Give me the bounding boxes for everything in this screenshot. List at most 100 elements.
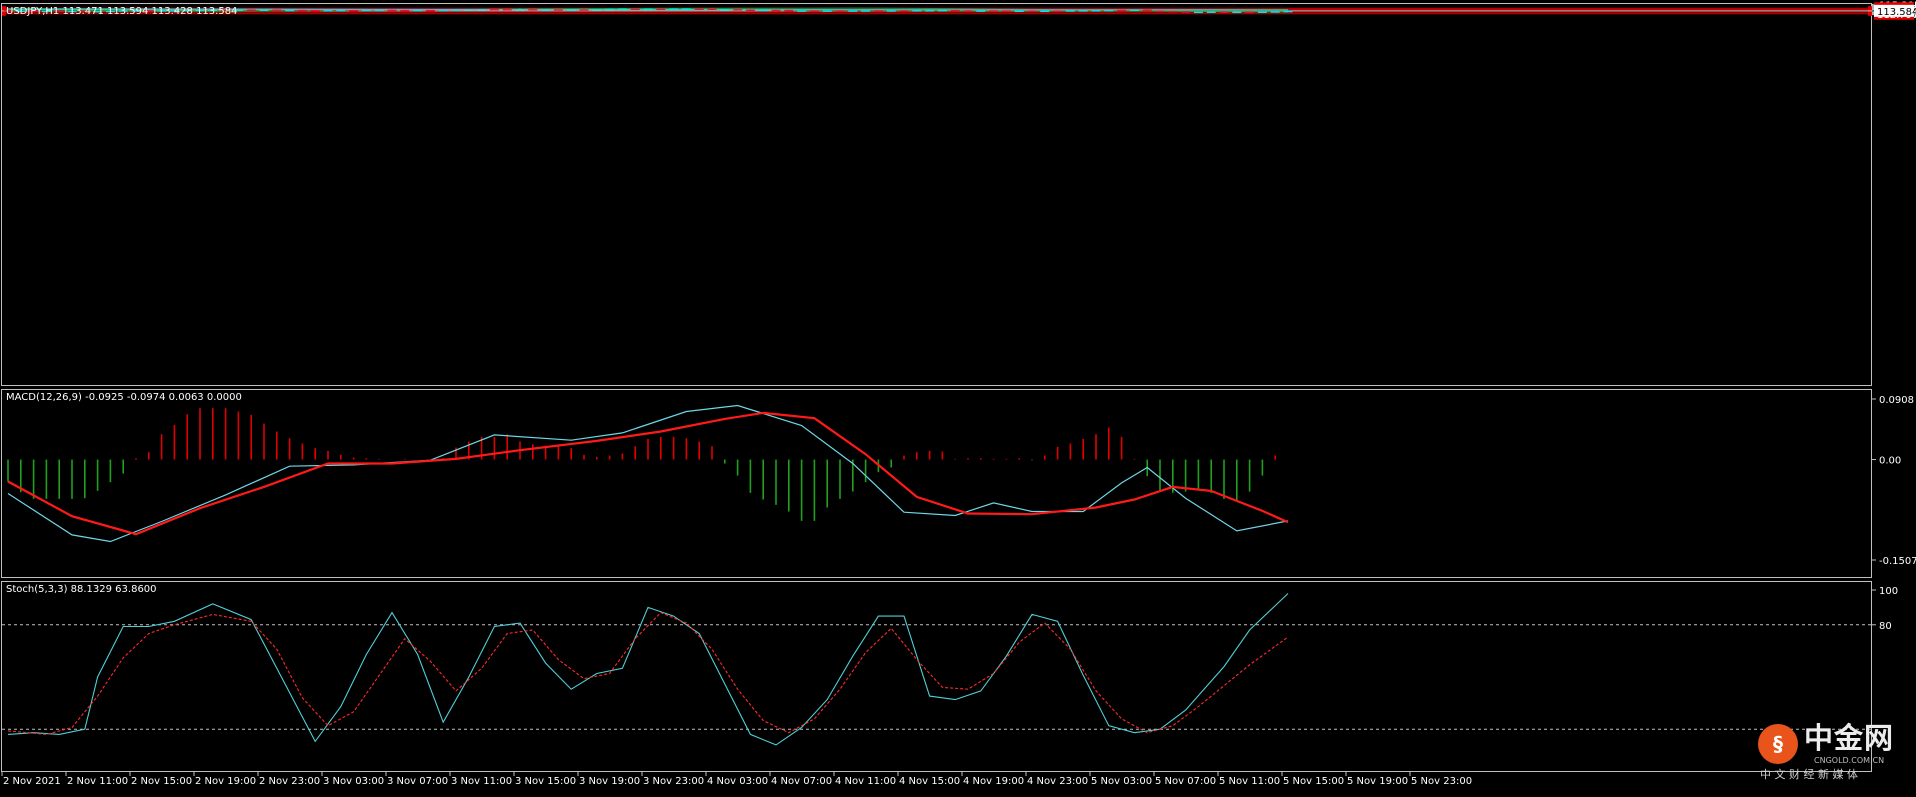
time-axis-label: 5 Nov 03:00 [1091, 776, 1152, 787]
candle-body[interactable] [515, 9, 525, 11]
candle-body[interactable] [1065, 10, 1075, 12]
candle-body[interactable] [1142, 9, 1152, 12]
candle-body[interactable] [464, 9, 474, 11]
candle-body[interactable] [1091, 10, 1101, 12]
level-line-anchor[interactable] [1868, 11, 1872, 16]
candle-body[interactable] [694, 8, 704, 10]
time-axis-label: 4 Nov 07:00 [771, 776, 832, 787]
chart-canvas[interactable]: 115.305115.055114.805114.560114.310114.0… [0, 0, 1916, 793]
candle-body[interactable] [925, 10, 935, 12]
candle-body[interactable] [912, 10, 922, 12]
candle-body[interactable] [873, 10, 883, 12]
candle-body[interactable] [425, 9, 435, 12]
candle-body[interactable] [1155, 10, 1165, 13]
candle-body[interactable] [605, 8, 615, 11]
candle-body[interactable] [310, 9, 320, 12]
candle-body[interactable] [1219, 11, 1229, 13]
candle-body[interactable] [502, 9, 512, 11]
candle-body[interactable] [733, 9, 743, 11]
candle-body[interactable] [361, 9, 371, 12]
candle-body[interactable] [784, 9, 794, 12]
candle-body[interactable] [1053, 10, 1063, 13]
time-axis-label: 2 Nov 2021 [3, 776, 61, 787]
candle-body[interactable] [579, 9, 589, 11]
candle-body[interactable] [438, 9, 448, 12]
candle-body[interactable] [1168, 11, 1178, 13]
candle-body[interactable] [285, 9, 295, 12]
candle-body[interactable] [1040, 10, 1050, 13]
candle-body[interactable] [1245, 11, 1255, 14]
candle-body[interactable] [1027, 10, 1037, 13]
mt4-chart-window[interactable]: 115.305115.055114.805114.560114.310114.0… [0, 0, 1916, 793]
chart-background [0, 0, 1916, 793]
candle-body[interactable] [822, 10, 832, 12]
candle-body[interactable] [681, 8, 691, 10]
candle-body[interactable] [566, 9, 576, 11]
stoch-header-label: Stoch(5,3,3) 88.1329 63.8600 [6, 584, 157, 595]
candle-body[interactable] [528, 9, 538, 11]
candle-body[interactable] [707, 8, 717, 11]
candle-body[interactable] [477, 9, 487, 11]
candle-body[interactable] [297, 9, 307, 12]
candle-body[interactable] [643, 8, 653, 11]
candle-body[interactable] [963, 10, 973, 12]
candle-body[interactable] [451, 9, 461, 12]
time-axis-label: 3 Nov 23:00 [643, 776, 704, 787]
candle-body[interactable] [771, 9, 781, 12]
candle-body[interactable] [1104, 9, 1114, 12]
candle-body[interactable] [1014, 10, 1024, 13]
candle-body[interactable] [541, 9, 551, 11]
time-axis-label: 4 Nov 11:00 [835, 776, 896, 787]
time-axis-label: 3 Nov 11:00 [451, 776, 512, 787]
candle-body[interactable] [937, 9, 947, 12]
candle-body[interactable] [272, 9, 282, 12]
candle-body[interactable] [950, 9, 960, 12]
candle-body[interactable] [758, 9, 768, 12]
candle-body[interactable] [336, 10, 346, 12]
cngold-logo-icon: § [1758, 724, 1798, 764]
candle-body[interactable] [809, 10, 819, 12]
candle-body[interactable] [400, 9, 410, 12]
candle-body[interactable] [489, 9, 499, 11]
candle-body[interactable] [1117, 9, 1127, 12]
candle-body[interactable] [592, 9, 602, 11]
candle-body[interactable] [797, 10, 807, 12]
candle-body[interactable] [1193, 11, 1203, 14]
candle-body[interactable] [1206, 11, 1216, 13]
candle-body[interactable] [413, 9, 423, 12]
candle-body[interactable] [553, 9, 563, 11]
time-axis-label: 3 Nov 19:00 [579, 776, 640, 787]
time-axis-label: 4 Nov 03:00 [707, 776, 768, 787]
candle-body[interactable] [1283, 10, 1293, 13]
candle-body[interactable] [848, 10, 858, 12]
candle-body[interactable] [669, 8, 679, 11]
candle-body[interactable] [1129, 9, 1139, 12]
candle-body[interactable] [989, 10, 999, 12]
candle-body[interactable] [886, 10, 896, 12]
candle-body[interactable] [1270, 11, 1280, 13]
candle-body[interactable] [1232, 11, 1242, 14]
candle-body[interactable] [617, 8, 627, 11]
candle-body[interactable] [259, 9, 269, 12]
candle-body[interactable] [656, 8, 666, 11]
stoch-axis-label: 80 [1879, 621, 1892, 632]
candle-body[interactable] [630, 8, 640, 11]
candle-body[interactable] [1078, 10, 1088, 12]
macd-axis-label: 0.0908 [1879, 395, 1914, 406]
time-axis-label: 4 Nov 15:00 [899, 776, 960, 787]
candle-body[interactable] [861, 10, 871, 12]
candle-body[interactable] [323, 10, 333, 12]
candle-body[interactable] [720, 9, 730, 11]
candle-body[interactable] [835, 10, 845, 12]
candle-body[interactable] [246, 9, 256, 11]
candle-body[interactable] [387, 9, 397, 12]
candle-body[interactable] [1181, 11, 1191, 13]
candle-body[interactable] [374, 9, 384, 12]
candle-body[interactable] [1001, 10, 1011, 12]
candle-body[interactable] [1257, 11, 1267, 13]
cngold-site-text: CNGOLD.COM.CN [1814, 756, 1885, 765]
candle-body[interactable] [899, 10, 909, 12]
candle-body[interactable] [976, 10, 986, 12]
candle-body[interactable] [349, 10, 359, 12]
candle-body[interactable] [745, 9, 755, 12]
